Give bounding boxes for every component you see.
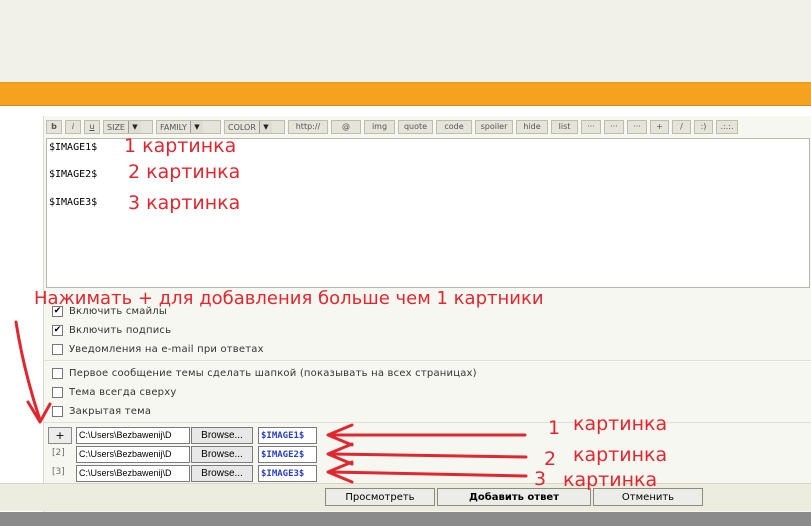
file3-arrow-shaft	[328, 470, 528, 478]
annotation-file-3-word: картинка	[563, 469, 658, 491]
annotation-arrows	[14, 320, 528, 484]
annotation-file-1-word: картинка	[573, 413, 668, 435]
file2-arrow-shaft	[328, 452, 528, 459]
annotation-file-2-word: картинка	[573, 444, 668, 466]
annotation-file-3-number: 3	[534, 468, 547, 490]
annotation-file-1-number: 1	[548, 417, 561, 439]
annotation-file-2-number: 2	[544, 448, 557, 470]
hint-arrow-shaft	[14, 320, 42, 422]
hint-arrow-head	[26, 400, 52, 424]
